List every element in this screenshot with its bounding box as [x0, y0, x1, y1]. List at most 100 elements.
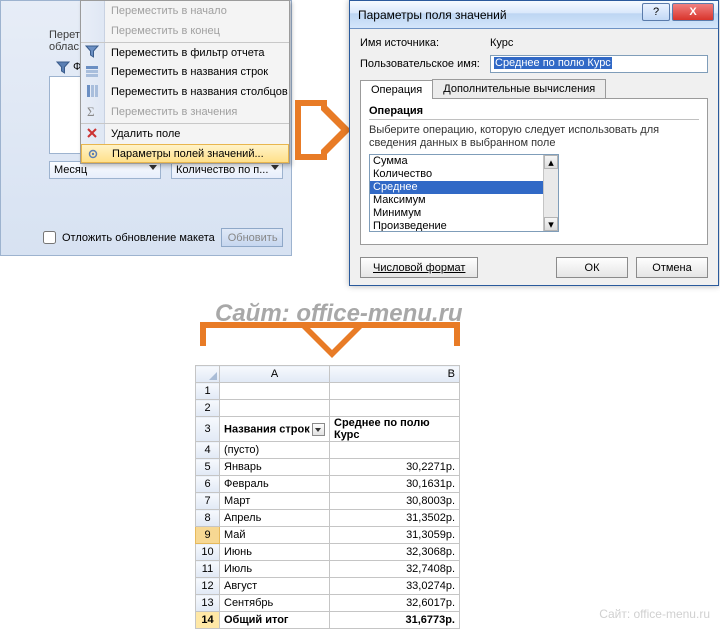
- svg-text:Σ: Σ: [87, 104, 95, 118]
- row-header[interactable]: 6: [196, 476, 220, 493]
- defer-layout-checkbox[interactable]: [43, 231, 56, 244]
- cell[interactable]: [220, 383, 330, 400]
- close-button[interactable]: X: [672, 3, 714, 21]
- row-header[interactable]: 8: [196, 510, 220, 527]
- sigma-icon: Σ: [85, 104, 99, 118]
- cell[interactable]: [330, 400, 460, 417]
- cell[interactable]: Май: [220, 527, 330, 544]
- menu-item-label: Удалить поле: [111, 128, 180, 140]
- cell[interactable]: [330, 442, 460, 459]
- operation-option[interactable]: Минимум: [370, 207, 558, 220]
- cell[interactable]: Июль: [220, 561, 330, 578]
- menu-item-label: Параметры полей значений...: [112, 148, 264, 160]
- menu-item: Переместить в начало: [81, 1, 289, 21]
- row-header[interactable]: 11: [196, 561, 220, 578]
- value-field-settings-dialog: Параметры поля значений ? X Имя источник…: [349, 0, 719, 286]
- operation-option[interactable]: Произведение: [370, 220, 558, 232]
- scroll-down-icon[interactable]: ▾: [544, 217, 558, 231]
- row-header[interactable]: 14: [196, 612, 220, 629]
- menu-item[interactable]: Переместить в названия столбцов: [81, 82, 289, 102]
- menu-item-label: Переместить в названия строк: [111, 66, 268, 78]
- listbox-scrollbar[interactable]: ▴ ▾: [543, 155, 558, 231]
- row-header[interactable]: 3: [196, 417, 220, 442]
- menu-item[interactable]: Удалить поле: [81, 123, 289, 143]
- menu-item-label: Переместить в названия столбцов: [111, 86, 288, 98]
- cell[interactable]: (пусто): [220, 442, 330, 459]
- number-format-button[interactable]: Числовой формат: [360, 257, 478, 278]
- cell[interactable]: [330, 383, 460, 400]
- row-header[interactable]: 12: [196, 578, 220, 595]
- flow-arrow-right: [295, 65, 355, 195]
- cancel-button[interactable]: Отмена: [636, 257, 708, 278]
- cell[interactable]: Сентябрь: [220, 595, 330, 612]
- source-name-label: Имя источника:: [360, 37, 490, 49]
- defer-layout-label: Отложить обновление макета: [62, 232, 215, 244]
- row-header[interactable]: 13: [196, 595, 220, 612]
- cell[interactable]: 30,1631р.: [330, 476, 460, 493]
- menu-item[interactable]: Переместить в названия строк: [81, 62, 289, 82]
- cell[interactable]: Февраль: [220, 476, 330, 493]
- source-name-value: Курс: [490, 37, 513, 49]
- menu-item[interactable]: Переместить в фильтр отчета: [81, 42, 289, 62]
- chevron-down-icon: [271, 165, 279, 170]
- cell[interactable]: 30,8003р.: [330, 493, 460, 510]
- select-all-corner[interactable]: [196, 366, 220, 383]
- row-header[interactable]: 2: [196, 400, 220, 417]
- cell[interactable]: Март: [220, 493, 330, 510]
- dialog-title: Параметры поля значений: [358, 8, 507, 22]
- row-header[interactable]: 10: [196, 544, 220, 561]
- dialog-titlebar[interactable]: Параметры поля значений ? X: [350, 1, 718, 29]
- row-header[interactable]: 9: [196, 527, 220, 544]
- flow-arrow-down: [200, 322, 460, 366]
- cell[interactable]: 32,7408р.: [330, 561, 460, 578]
- chevron-down-icon: [149, 165, 157, 170]
- cell[interactable]: 33,0274р.: [330, 578, 460, 595]
- scroll-up-icon[interactable]: ▴: [544, 155, 558, 169]
- column-header-b[interactable]: B: [330, 366, 460, 383]
- menu-item-label: Переместить в фильтр отчета: [111, 47, 264, 59]
- refresh-button[interactable]: Обновить: [221, 228, 283, 247]
- row-header[interactable]: 4: [196, 442, 220, 459]
- cell[interactable]: Июнь: [220, 544, 330, 561]
- report-filter-icon: [56, 61, 70, 75]
- menu-item-label: Переместить в конец: [111, 25, 220, 37]
- value-header[interactable]: Среднее по полю Курс: [330, 417, 460, 442]
- filter-dropdown-icon[interactable]: [312, 423, 325, 436]
- cell[interactable]: 31,3502р.: [330, 510, 460, 527]
- cell[interactable]: 30,2271р.: [330, 459, 460, 476]
- custom-name-label: Пользовательское имя:: [360, 58, 490, 70]
- cell[interactable]: Апрель: [220, 510, 330, 527]
- operation-option[interactable]: Среднее: [370, 181, 558, 194]
- cell[interactable]: Общий итог: [220, 612, 330, 629]
- row-header[interactable]: 1: [196, 383, 220, 400]
- delete-icon: [85, 126, 99, 140]
- menu-item[interactable]: Параметры полей значений...: [81, 144, 289, 163]
- cell[interactable]: [220, 400, 330, 417]
- cell[interactable]: 32,3068р.: [330, 544, 460, 561]
- ok-button[interactable]: ОК: [556, 257, 628, 278]
- operation-listbox[interactable]: СуммаКоличествоСреднееМаксимумМинимумПро…: [369, 154, 559, 232]
- row-labels-header[interactable]: Названия строк: [220, 417, 330, 442]
- panel-truncated-text: Перет облас: [49, 29, 83, 53]
- cell[interactable]: Январь: [220, 459, 330, 476]
- tab-operation[interactable]: Операция: [360, 80, 433, 99]
- cell[interactable]: 31,6773р.: [330, 612, 460, 629]
- row-header[interactable]: 5: [196, 459, 220, 476]
- operation-option[interactable]: Максимум: [370, 194, 558, 207]
- row-header[interactable]: 7: [196, 493, 220, 510]
- cell[interactable]: 32,6017р.: [330, 595, 460, 612]
- cell[interactable]: Август: [220, 578, 330, 595]
- operation-option[interactable]: Количество: [370, 168, 558, 181]
- settings-icon: [86, 147, 100, 161]
- column-header-a[interactable]: A: [220, 366, 330, 383]
- operation-help-text: Выберите операцию, которую следует испол…: [369, 124, 699, 150]
- operation-heading: Операция: [369, 105, 699, 120]
- operation-option[interactable]: Сумма: [370, 155, 558, 168]
- result-pivot-table[interactable]: A B 123Названия строкСреднее по полю Кур…: [195, 365, 460, 629]
- custom-name-input[interactable]: Среднее по полю Курс: [490, 55, 708, 73]
- cell[interactable]: 31,3059р.: [330, 527, 460, 544]
- tab-additional-calc[interactable]: Дополнительные вычисления: [432, 79, 606, 98]
- menu-item: Переместить в конец: [81, 21, 289, 41]
- funnel-icon: [85, 45, 99, 59]
- help-button[interactable]: ?: [642, 3, 670, 21]
